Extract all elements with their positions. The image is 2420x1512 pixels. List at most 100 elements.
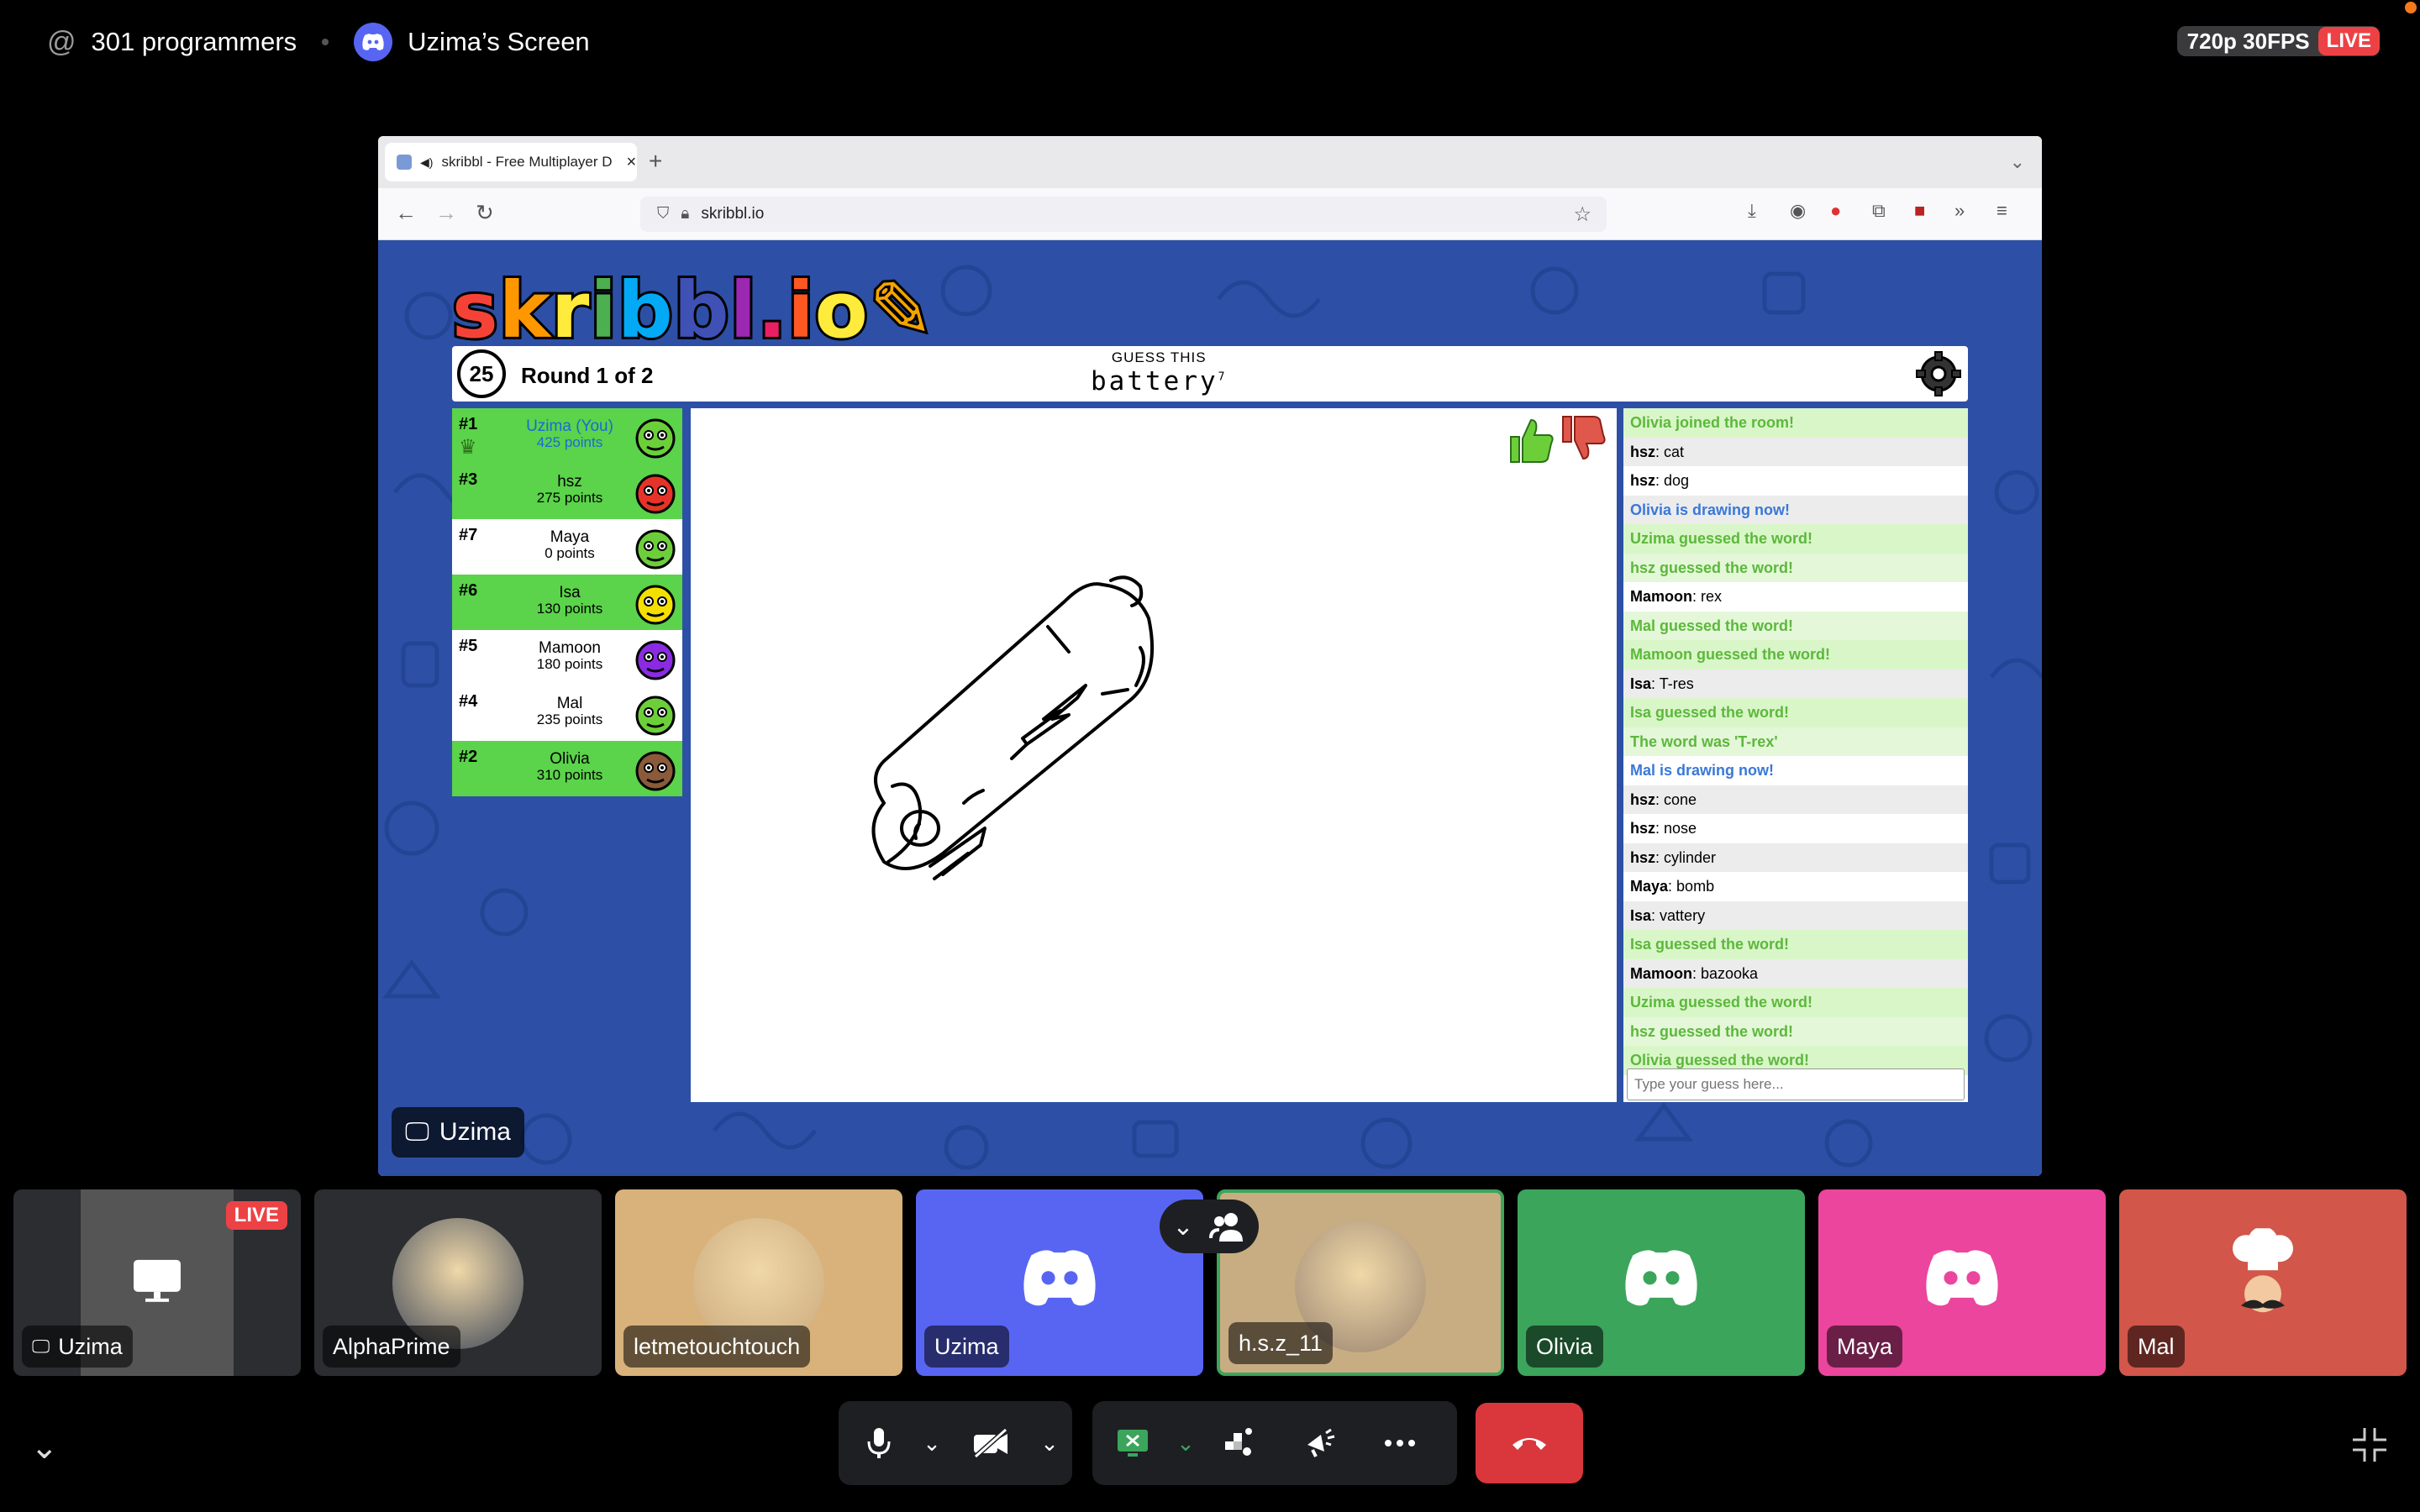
chat-user: hsz — [1630, 443, 1656, 460]
screen-share-view[interactable]: ◀) skribbl - Free Multiplayer D × + ⌄ ← … — [378, 136, 2042, 1176]
chat-text: cat — [1664, 443, 1685, 460]
player-avatar-icon — [635, 418, 676, 459]
exit-fullscreen-icon[interactable] — [2349, 1425, 2390, 1469]
expand-chevron-icon[interactable]: ⌄ — [30, 1428, 59, 1467]
player-points: 180 points — [536, 656, 603, 672]
chat-user: hsz — [1630, 472, 1656, 489]
player-row[interactable]: #3 hsz 275 points — [452, 464, 682, 519]
mute-button[interactable] — [839, 1401, 919, 1485]
thumbs-down-icon[interactable] — [1556, 413, 1608, 465]
player-row[interactable]: #7 Maya 0 points — [452, 519, 682, 575]
participant-name: letmetouchtouch — [634, 1333, 801, 1359]
soundboard-button[interactable] — [1279, 1401, 1360, 1485]
new-tab-icon[interactable]: + — [649, 148, 662, 175]
activities-button[interactable] — [1198, 1401, 1279, 1485]
player-rank: #6 — [459, 581, 478, 600]
reload-icon[interactable]: ↻ — [476, 200, 494, 226]
chat-message: Olivia is drawing now! — [1623, 495, 1968, 524]
browser-tab[interactable]: ◀) skribbl - Free Multiplayer D × — [385, 143, 637, 181]
bookmark-star-icon[interactable]: ☆ — [1573, 202, 1591, 227]
chat-message: hsz: cylinder — [1623, 843, 1968, 872]
adblock-icon[interactable]: ■ — [1914, 200, 1925, 222]
tab-list-chevron-icon[interactable]: ⌄ — [2010, 151, 2025, 173]
microphone-icon — [867, 1428, 891, 1458]
chat-text: rex — [1701, 588, 1723, 605]
participant-name: h.s.z_11 — [1239, 1330, 1323, 1356]
extension-icon[interactable]: ● — [1830, 200, 1841, 222]
more-options-button[interactable] — [1360, 1401, 1440, 1485]
lock-icon: 🔒︎ — [681, 205, 690, 223]
chat-message: Mamoon: rex — [1630, 588, 1723, 605]
thumbs-up-icon[interactable] — [1504, 413, 1556, 465]
chat-text: Olivia joined the room! — [1630, 414, 1795, 431]
people-icon — [1208, 1213, 1243, 1242]
forward-icon[interactable]: → — [435, 200, 457, 226]
player-name: Uzima (You) — [526, 417, 613, 435]
player-name: Mamoon — [539, 639, 601, 657]
participant-label: AlphaPrime — [323, 1326, 460, 1368]
close-tab-icon[interactable]: × — [626, 153, 636, 172]
player-points: 425 points — [536, 434, 603, 450]
round-bar: 25 Round 1 of 2 GUESS THIS battery7 — [452, 346, 1968, 402]
player-row[interactable]: #1 Uzima (You) 425 points ♛ — [452, 408, 682, 464]
participant-tile[interactable]: LIVE 🖵︎ Uzima — [13, 1189, 301, 1376]
chat-message: Isa: vattery — [1623, 900, 1968, 930]
word-hint: GUESS THIS battery7 — [1091, 349, 1227, 396]
participant-name: Maya — [1837, 1333, 1893, 1359]
drawing-canvas[interactable] — [691, 408, 1617, 1102]
player-row[interactable]: #6 Isa 130 points — [452, 575, 682, 630]
chat-text: Uzima guessed the word! — [1630, 994, 1813, 1011]
player-row[interactable]: #4 Mal 235 points — [452, 685, 682, 741]
chat-message: hsz guessed the word! — [1623, 553, 1968, 582]
timer-value: 25 — [469, 360, 494, 386]
participant-tile[interactable]: Maya — [1818, 1189, 2106, 1376]
word-length: 7 — [1218, 370, 1228, 384]
player-rank: #1 — [459, 415, 478, 433]
screen-share-icon — [1118, 1430, 1148, 1457]
address-bar[interactable]: ⛉ 🔒︎ skribbl.io ☆ — [640, 197, 1607, 232]
player-row[interactable]: #5 Mamoon 180 points — [452, 630, 682, 685]
channel-name: 301 programmers — [91, 27, 297, 56]
screen-icon — [134, 1259, 181, 1302]
player-rank: #7 — [459, 526, 478, 544]
camera-options-chevron-icon[interactable]: ⌄ — [1037, 1401, 1062, 1485]
participant-tile[interactable]: Olivia — [1518, 1189, 1805, 1376]
chat-user: Maya — [1630, 878, 1669, 895]
participant-tile[interactable]: h.s.z_11 — [1217, 1189, 1504, 1376]
channel-breadcrumb[interactable]: @ 301 programmers Uzima’s Screen — [47, 23, 590, 61]
participant-tile[interactable]: AlphaPrime — [314, 1189, 602, 1376]
menu-icon[interactable]: ≡ — [1996, 200, 2007, 222]
screen-share-button[interactable] — [1092, 1401, 1173, 1485]
timer-clock: 25 — [457, 349, 506, 398]
account-icon[interactable]: ◉ — [1790, 200, 1806, 222]
chat-text: vattery — [1660, 906, 1706, 924]
camera-button[interactable] — [944, 1401, 1037, 1485]
share-options-chevron-icon[interactable]: ⌄ — [1173, 1401, 1198, 1485]
downloads-icon[interactable]: ⤓ — [1748, 200, 1756, 222]
overflow-icon[interactable]: » — [1954, 200, 1965, 222]
presenter-label: 🖵︎ Uzima — [392, 1107, 524, 1158]
participant-tile[interactable]: letmetouchtouch — [615, 1189, 902, 1376]
extensions-icon[interactable]: ⧉ — [1872, 200, 1886, 222]
player-points: 130 points — [536, 601, 603, 617]
participant-name: Uzima — [934, 1333, 999, 1359]
player-info: hsz 275 points — [511, 474, 629, 506]
leave-call-button[interactable] — [1476, 1403, 1583, 1483]
participant-tile[interactable]: Mal — [2119, 1189, 2407, 1376]
settings-gear-icon[interactable] — [1916, 351, 1961, 396]
discord-avatar-icon — [1621, 1247, 1702, 1313]
chat-text: Olivia guessed the word! — [1630, 1052, 1810, 1068]
chat-text: Mal guessed the word! — [1630, 617, 1794, 634]
player-avatar-icon — [635, 585, 676, 625]
chat-message: Olivia joined the room! — [1623, 408, 1968, 438]
player-info: Mamoon 180 points — [511, 640, 629, 672]
back-icon[interactable]: ← — [395, 200, 417, 226]
chat-message: hsz: cone — [1623, 785, 1968, 814]
mic-control-group: ⌄ ⌄ — [839, 1401, 1072, 1485]
player-info: Olivia 310 points — [511, 751, 629, 783]
player-points: 275 points — [536, 490, 603, 506]
player-row[interactable]: #2 Olivia 310 points — [452, 741, 682, 796]
guess-input[interactable] — [1627, 1068, 1965, 1100]
mic-options-chevron-icon[interactable]: ⌄ — [919, 1401, 944, 1485]
collapse-participants-button[interactable]: ⌄ — [1160, 1200, 1259, 1253]
